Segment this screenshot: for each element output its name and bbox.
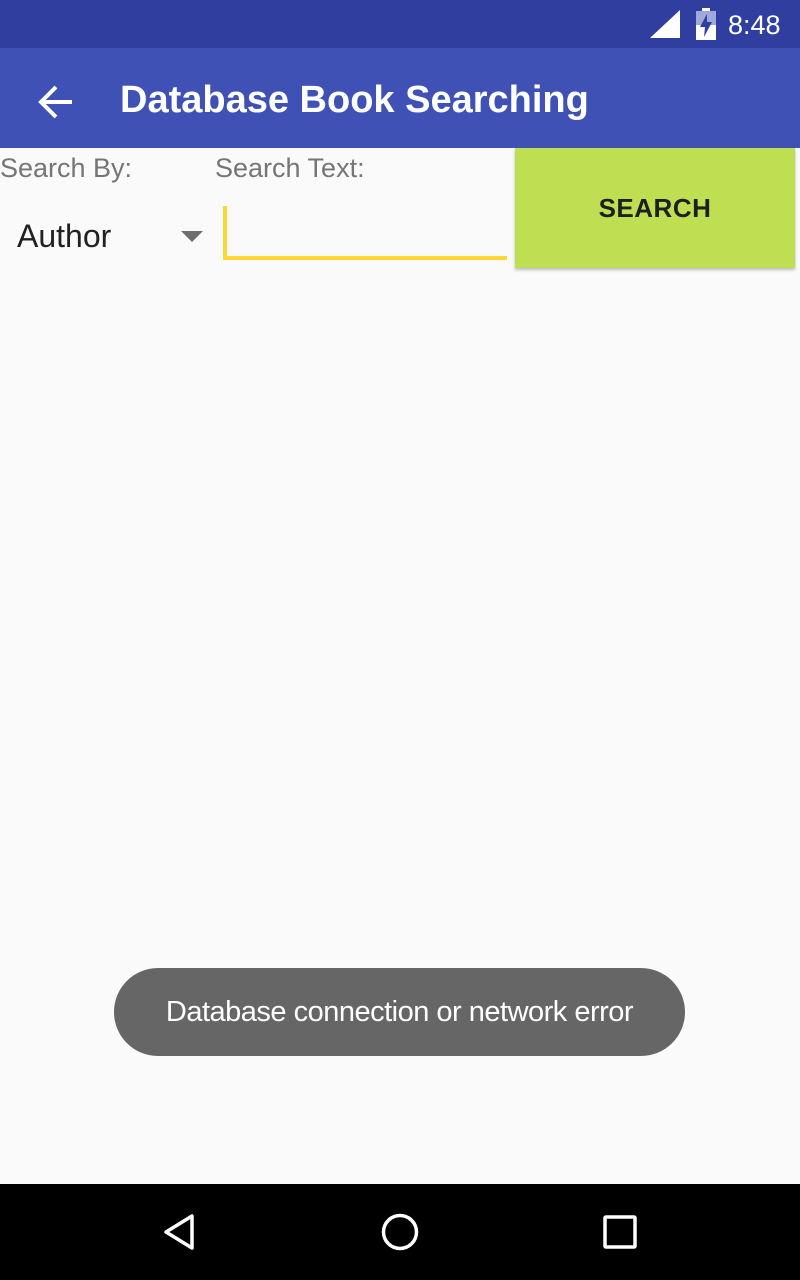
nav-home-button[interactable]	[370, 1202, 430, 1262]
battery-charging-icon	[696, 8, 716, 40]
home-circle-icon	[381, 1213, 419, 1251]
status-clock: 8:48	[728, 10, 781, 40]
search-text-input[interactable]	[223, 200, 507, 260]
search-button[interactable]: SEARCH	[515, 148, 795, 268]
app-bar: Database Book Searching	[0, 48, 800, 148]
screen: 8:48 Database Book Searching Search By: …	[0, 0, 800, 1280]
page-title: Database Book Searching	[120, 79, 589, 121]
search-by-dropdown[interactable]: Author	[0, 204, 214, 268]
recents-square-icon	[603, 1215, 637, 1249]
back-triangle-icon	[164, 1214, 194, 1250]
back-arrow-icon	[38, 85, 72, 119]
cellular-signal-icon	[650, 10, 680, 38]
status-bar: 8:48	[0, 0, 800, 48]
back-button[interactable]	[20, 70, 92, 134]
text-cursor	[223, 206, 227, 256]
search-text-label: Search Text:	[215, 153, 365, 183]
search-by-label: Search By:	[0, 153, 133, 183]
nav-back-button[interactable]	[150, 1202, 210, 1262]
toast-message: Database connection or network error	[165, 995, 634, 1028]
error-toast: Database connection or network error	[114, 968, 685, 1056]
dropdown-caret-icon	[181, 231, 203, 242]
nav-recents-button[interactable]	[590, 1202, 650, 1262]
navigation-bar	[0, 1184, 800, 1280]
search-by-selected-value: Author	[17, 218, 112, 254]
